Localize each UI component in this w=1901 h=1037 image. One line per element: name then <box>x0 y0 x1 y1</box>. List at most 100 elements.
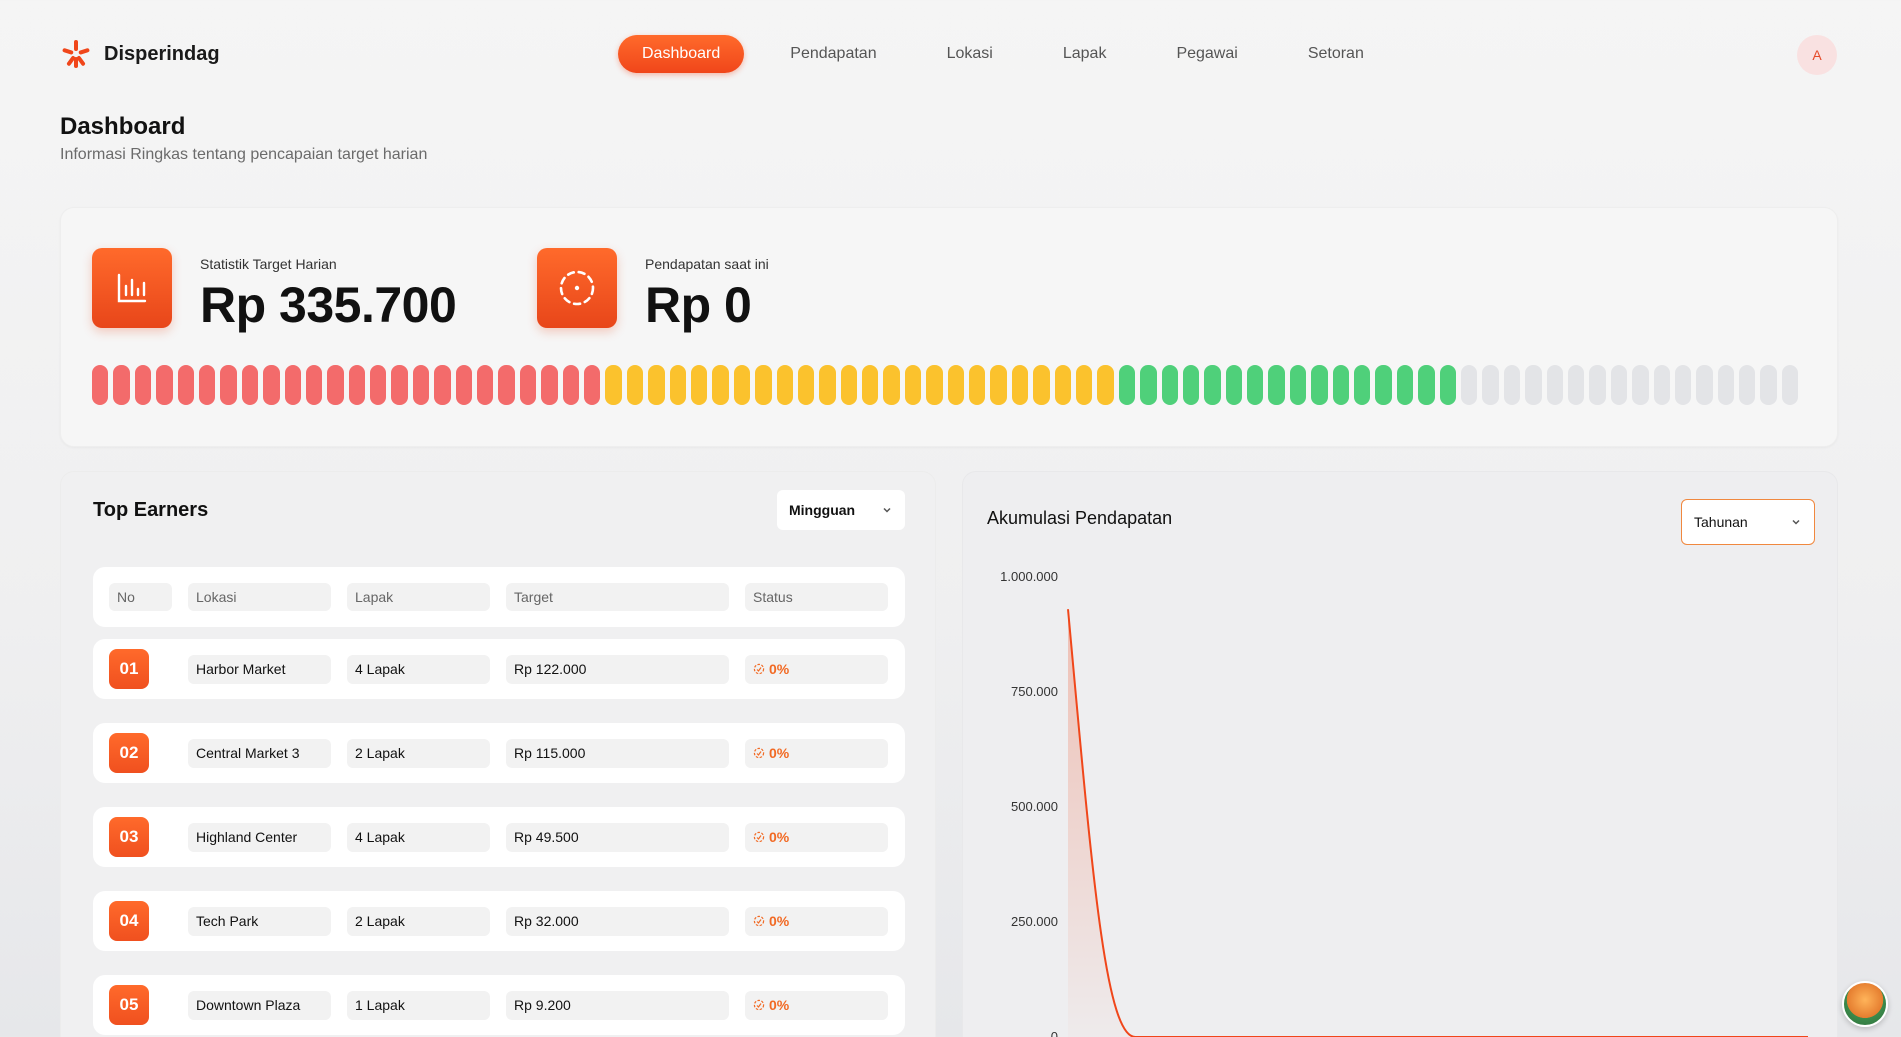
progress-segment-red <box>134 365 152 405</box>
chevron-down-icon <box>1792 519 1800 525</box>
nav-lapak[interactable]: Lapak <box>1039 35 1131 73</box>
revenue-chart-title: Akumulasi Pendapatan <box>987 508 1173 528</box>
nav-setoran[interactable]: Setoran <box>1284 35 1388 73</box>
progress-segment-gray <box>1717 365 1735 405</box>
progress-segment-red <box>198 365 216 405</box>
progress-segment-yellow <box>755 365 772 405</box>
progress-segment-green <box>1204 365 1221 405</box>
earners-period-select[interactable]: Mingguan <box>777 490 905 530</box>
progress-segment-green <box>1439 365 1456 405</box>
rank-badge: 01 <box>109 649 149 689</box>
table-row[interactable]: 05 Downtown Plaza 1 Lapak Rp 9.200 0% <box>93 975 905 1035</box>
cell-lapak: 1 Lapak <box>347 990 490 1020</box>
progress-segment-green <box>1311 365 1328 405</box>
revenue-period-value: Tahunan <box>1694 514 1748 530</box>
table-header-row: No Lokasi Lapak Target Status <box>93 567 905 627</box>
nav-pegawai[interactable]: Pegawai <box>1152 35 1261 73</box>
progress-segment-red <box>455 365 473 405</box>
progress-segment-yellow <box>947 365 965 405</box>
progress-segment-green <box>1289 365 1307 405</box>
rank-badge: 04 <box>109 901 149 941</box>
progress-segment-green <box>1247 365 1264 405</box>
progress-segment-yellow <box>690 365 708 405</box>
progress-segment-yellow <box>904 365 922 405</box>
cell-status: 0% <box>745 906 888 936</box>
cell-lokasi: Tech Park <box>188 906 331 936</box>
progress-segment-red <box>370 365 387 405</box>
header-no: No <box>109 583 172 611</box>
stats-card: Statistik Target Harian Rp 335.700 Penda… <box>60 207 1838 447</box>
series-line <box>1067 609 1808 1037</box>
progress-segment-red <box>113 365 130 405</box>
progress-segment-red <box>498 365 515 405</box>
table-row[interactable]: 02 Central Market 3 2 Lapak Rp 115.000 0… <box>93 723 905 783</box>
cell-status: 0% <box>745 990 888 1020</box>
progress-segment-red <box>220 365 237 405</box>
progress-segment-gray <box>1525 365 1542 405</box>
earners-table: No Lokasi Lapak Target Status 01 Harbor … <box>93 567 905 1037</box>
revenue-period-select[interactable]: Tahunan <box>1681 499 1815 545</box>
cell-target: Rp 122.000 <box>506 654 729 684</box>
progress-segment-green <box>1225 365 1243 405</box>
table-row[interactable]: 03 Highland Center 4 Lapak Rp 49.500 0% <box>93 807 905 867</box>
progress-segment-green <box>1118 365 1136 405</box>
bar-chart-icon <box>92 248 172 328</box>
table-row[interactable]: 04 Tech Park 2 Lapak Rp 32.000 0% <box>93 891 905 951</box>
header-lapak: Lapak <box>347 583 490 611</box>
progress-segment-red <box>477 365 494 405</box>
nav-dashboard[interactable]: Dashboard <box>618 35 745 73</box>
nav-pendapatan[interactable]: Pendapatan <box>766 35 900 73</box>
stat-target-value: Rp 335.700 <box>200 277 457 333</box>
progress-segment-red <box>562 365 579 405</box>
progress-segment-yellow <box>797 365 815 405</box>
y-tick-label: 1.000.000 <box>1000 569 1058 584</box>
page-subtitle: Informasi Ringkas tentang pencapaian tar… <box>60 146 428 163</box>
cell-lokasi: Highland Center <box>188 822 331 852</box>
revenue-chart-card: 1.000.000 750.000 500.000 250.000 0 Akumulas… <box>962 471 1838 1037</box>
status-value: 0% <box>769 913 790 929</box>
progress-segment-yellow <box>926 365 943 405</box>
cell-status: 0% <box>745 738 888 768</box>
progress-segment-yellow <box>1033 365 1050 405</box>
progress-segment-gray <box>1696 365 1713 405</box>
progress-segment-red <box>434 365 451 405</box>
y-tick-label: 0 <box>1051 1029 1058 1037</box>
table-row[interactable]: 01 Harbor Market 4 Lapak Rp 122.000 0% <box>93 639 905 699</box>
progress-segment-red <box>412 365 430 405</box>
progress-segment-red <box>156 365 173 405</box>
progress-segment-green <box>1161 365 1178 405</box>
top-earners-card: Top Earners Mingguan No Lokasi Lapak Tar… <box>60 471 936 1037</box>
progress-segment-yellow <box>990 365 1007 405</box>
y-tick-label: 250.000 <box>1011 914 1058 929</box>
progress-segment-green <box>1396 365 1414 405</box>
y-tick-label: 750.000 <box>1011 684 1058 699</box>
brand-logo-icon <box>62 40 90 68</box>
rank-badge: 05 <box>109 985 149 1025</box>
top-earners-title: Top Earners <box>93 499 209 521</box>
avatar[interactable]: A <box>1797 35 1837 75</box>
target-progress-bar <box>92 365 1799 405</box>
progress-segment-gray <box>1653 365 1670 405</box>
progress-segment-green <box>1182 365 1200 405</box>
nav-lokasi[interactable]: Lokasi <box>923 35 1017 73</box>
brand-name: Disperindag <box>104 42 220 65</box>
progress-segment-red <box>541 365 558 405</box>
floating-assistant-button[interactable] <box>1842 981 1888 1027</box>
progress-segment-yellow <box>1075 365 1093 405</box>
progress-segment-red <box>92 365 109 405</box>
main-nav: Dashboard Pendapatan Lokasi Lapak Pegawa… <box>618 35 1410 73</box>
progress-segment-yellow <box>669 365 686 405</box>
status-gauge-icon <box>753 831 765 843</box>
stat-current-value: Rp 0 <box>645 277 752 333</box>
status-value: 0% <box>769 661 790 677</box>
progress-segment-gray <box>1674 365 1692 405</box>
status-gauge-icon <box>753 999 765 1011</box>
brand[interactable]: Disperindag <box>60 38 220 70</box>
progress-segment-green <box>1268 365 1285 405</box>
y-tick-label: 500.000 <box>1011 799 1058 814</box>
progress-segment-red <box>305 365 323 405</box>
progress-segment-red <box>391 365 408 405</box>
cell-target: Rp 32.000 <box>506 906 729 936</box>
progress-segment-green <box>1375 365 1392 405</box>
progress-segment-gray <box>1760 365 1777 405</box>
